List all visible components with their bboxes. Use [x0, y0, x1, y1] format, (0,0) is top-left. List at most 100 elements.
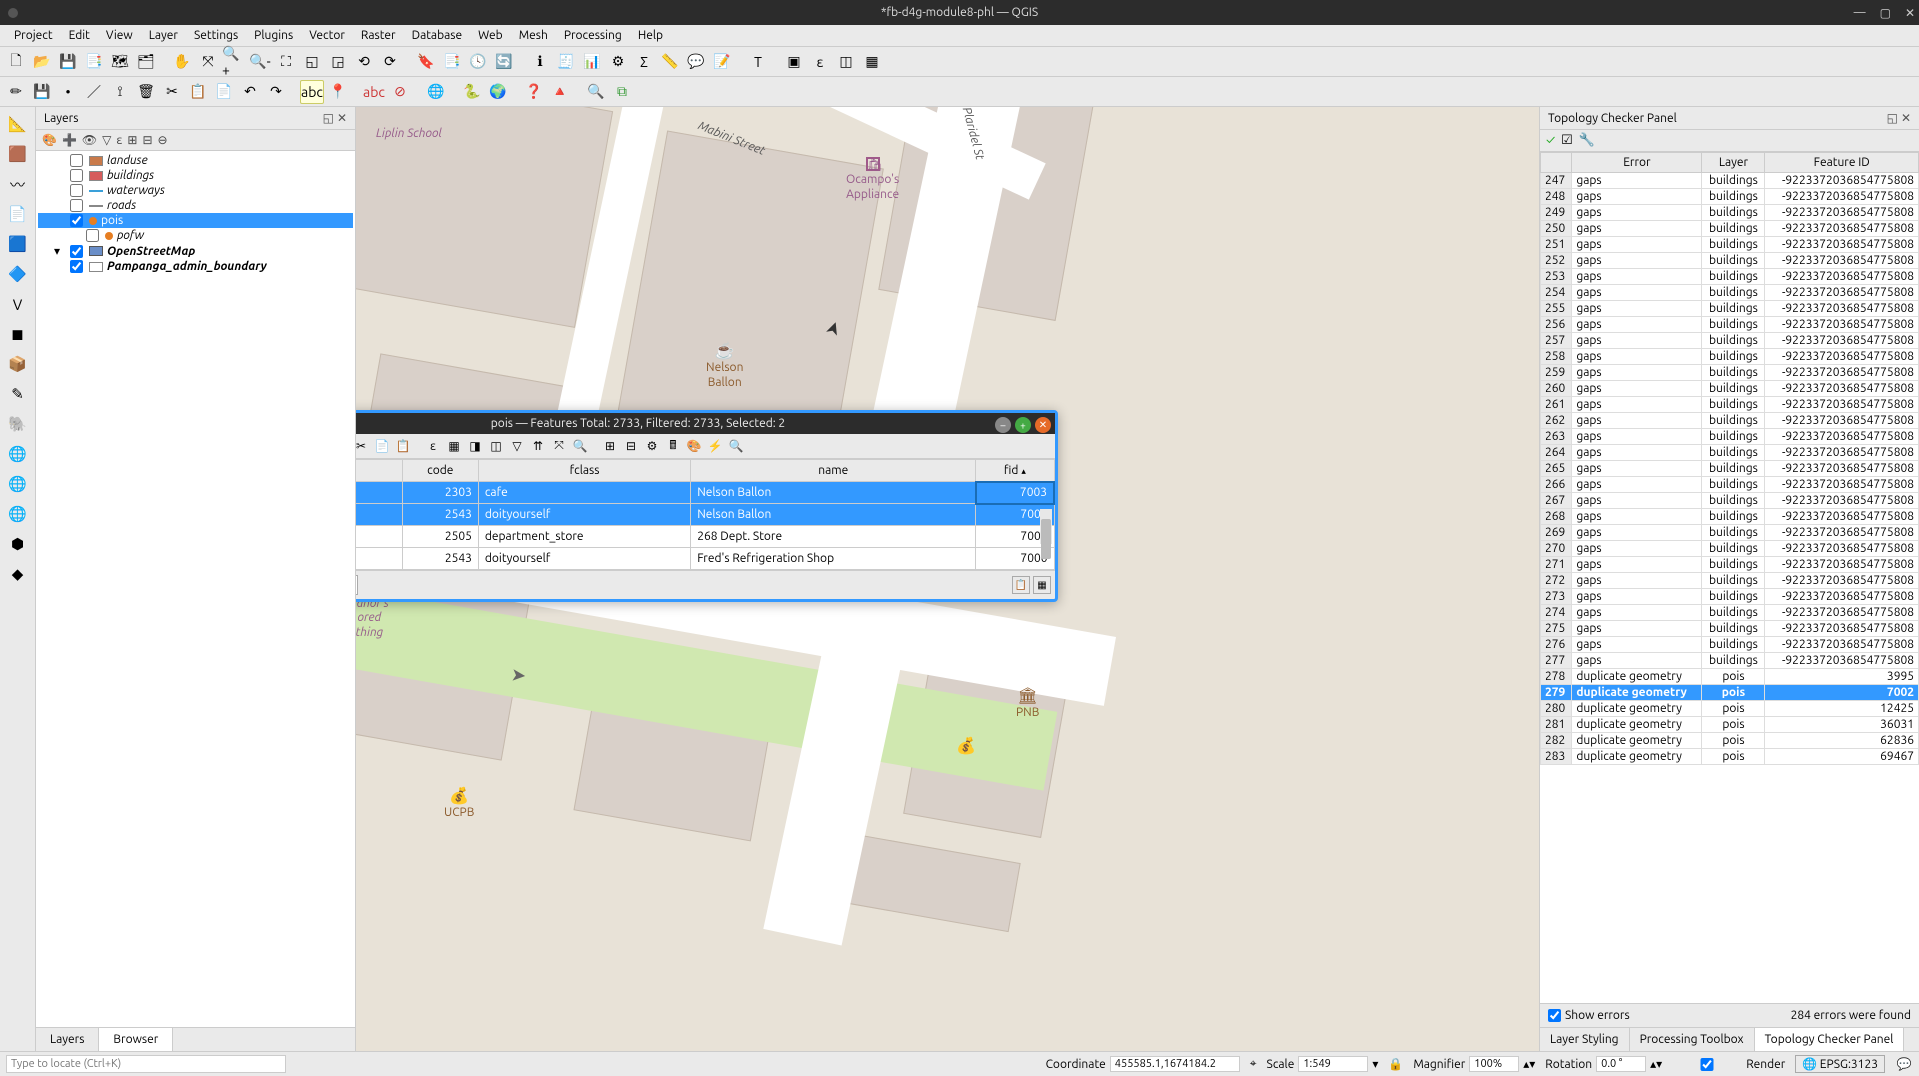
menu-raster[interactable]: Raster: [353, 27, 404, 44]
topo-row[interactable]: 255gapsbuildings-9223372036854775808: [1541, 301, 1919, 317]
minimize-button[interactable]: —: [1854, 6, 1866, 20]
topo-validate-extent-icon[interactable]: ☑: [1561, 133, 1573, 148]
tab-layers[interactable]: Layers: [36, 1028, 98, 1051]
zoom-selection-icon[interactable]: ◱: [300, 50, 324, 74]
add-point-icon[interactable]: •: [56, 80, 80, 104]
rotation-input[interactable]: [1596, 1056, 1646, 1072]
delete-icon[interactable]: 🗑: [134, 80, 158, 104]
wfs-icon[interactable]: 🌐: [4, 471, 32, 497]
attr-pan-selected-icon[interactable]: ⤧: [550, 437, 568, 455]
undo-icon[interactable]: ↶: [238, 80, 262, 104]
topo-row[interactable]: 248gapsbuildings-9223372036854775808: [1541, 189, 1919, 205]
stats-icon[interactable]: Σ: [632, 50, 656, 74]
attr-actions-icon[interactable]: ⚡: [706, 437, 724, 455]
topo-row[interactable]: 253gapsbuildings-9223372036854775808: [1541, 269, 1919, 285]
attr-minimize-button[interactable]: –: [995, 417, 1011, 433]
tab-browser[interactable]: Browser: [98, 1028, 173, 1051]
new-vector-icon[interactable]: V: [4, 291, 32, 317]
menu-mesh[interactable]: Mesh: [511, 27, 556, 44]
topo-row[interactable]: 280duplicate geometrypois12425: [1541, 701, 1919, 717]
wms-icon[interactable]: 🌐: [4, 441, 32, 467]
open-project-icon[interactable]: 📂: [30, 50, 54, 74]
topo-row[interactable]: 275gapsbuildings-9223372036854775808: [1541, 621, 1919, 637]
attribute-table[interactable]: osm_idcodefclassnamefid▴2411913543895230…: [356, 459, 1055, 570]
toolbox-icon[interactable]: ⚙: [606, 50, 630, 74]
expander-icon[interactable]: ▾: [54, 244, 64, 258]
zoom-next-icon[interactable]: ⟳: [378, 50, 402, 74]
save-project-icon[interactable]: 💾: [56, 50, 80, 74]
attribute-table-icon[interactable]: 🧾: [554, 50, 578, 74]
abc-label-icon[interactable]: abc: [300, 80, 324, 104]
locate-input[interactable]: [6, 1055, 286, 1073]
attr-col-osm_id[interactable]: osm_id: [356, 460, 402, 482]
topo-validate-all-icon[interactable]: ✓: [1546, 133, 1555, 148]
topo-row[interactable]: 266gapsbuildings-9223372036854775808: [1541, 477, 1919, 493]
attr-move-top-icon[interactable]: ⇈: [529, 437, 547, 455]
delimited-text-icon[interactable]: 📄: [4, 201, 32, 227]
show-errors-checkbox[interactable]: Show errors: [1548, 1009, 1630, 1022]
attr-paste-icon[interactable]: 📋: [394, 437, 412, 455]
expand-all-icon[interactable]: ⊞: [127, 133, 137, 147]
remove-layer-icon[interactable]: ⊖: [158, 133, 168, 147]
layer-checkbox[interactable]: [70, 260, 83, 273]
show-errors-input[interactable]: [1548, 1009, 1561, 1022]
layer-checkbox[interactable]: [70, 184, 83, 197]
topo-row[interactable]: 251gapsbuildings-9223372036854775808: [1541, 237, 1919, 253]
topo-row[interactable]: 261gapsbuildings-9223372036854775808: [1541, 397, 1919, 413]
attr-row[interactable]: 24119135438952303cafeNelson Ballon7003: [356, 482, 1054, 504]
select-features-icon[interactable]: ▣: [782, 50, 806, 74]
topo-row[interactable]: 262gapsbuildings-9223372036854775808: [1541, 413, 1919, 429]
layer-item-pofw[interactable]: pofw: [38, 228, 353, 243]
web-icon[interactable]: 🌍: [486, 80, 510, 104]
deselect-icon[interactable]: ◫: [834, 50, 858, 74]
layer-item-roads[interactable]: roads: [38, 198, 353, 213]
show-bookmarks-icon[interactable]: 📑: [440, 50, 464, 74]
help-icon[interactable]: ❓: [522, 80, 546, 104]
copy-icon[interactable]: 📋: [186, 80, 210, 104]
topo-row[interactable]: 273gapsbuildings-9223372036854775808: [1541, 589, 1919, 605]
menu-processing[interactable]: Processing: [556, 27, 630, 44]
collapse-all-icon[interactable]: ⊟: [142, 133, 152, 147]
attr-field-calc-icon[interactable]: 🖩: [664, 437, 682, 455]
topo-row[interactable]: 258gapsbuildings-9223372036854775808: [1541, 349, 1919, 365]
abc-diagram-icon[interactable]: abc: [362, 80, 386, 104]
attr-deselect-icon[interactable]: ◫: [487, 437, 505, 455]
spinner-icon[interactable]: ▴▾: [1523, 1057, 1535, 1071]
topo-row[interactable]: 269gapsbuildings-9223372036854775808: [1541, 525, 1919, 541]
attr-col-fid[interactable]: fid▴: [976, 460, 1054, 482]
oracle-icon[interactable]: ◆: [4, 561, 32, 587]
attr-filter-dropdown[interactable]: ▽ Show All Features ▾: [356, 575, 358, 595]
messages-icon[interactable]: 💬: [1895, 1055, 1913, 1073]
layer-checkbox[interactable]: [70, 214, 83, 227]
spatialite-icon[interactable]: 🟦: [4, 231, 32, 257]
osm-download-icon[interactable]: 🌐: [424, 80, 448, 104]
topo-row[interactable]: 265gapsbuildings-9223372036854775808: [1541, 461, 1919, 477]
zoom-in-icon[interactable]: 🔍+: [222, 50, 246, 74]
label-pin-icon[interactable]: 📍: [326, 80, 350, 104]
topo-row[interactable]: 260gapsbuildings-9223372036854775808: [1541, 381, 1919, 397]
topo-row[interactable]: 249gapsbuildings-9223372036854775808: [1541, 205, 1919, 221]
paste-icon[interactable]: 📄: [212, 80, 236, 104]
topo-row[interactable]: 252gapsbuildings-9223372036854775808: [1541, 253, 1919, 269]
render-checkbox[interactable]: Render: [1672, 1058, 1785, 1071]
xyz-icon[interactable]: ⬢: [4, 531, 32, 557]
scale-input[interactable]: [1298, 1056, 1368, 1072]
attr-close-button[interactable]: ✕: [1035, 417, 1051, 433]
map-canvas[interactable]: Liplin School Mabini Street Plaridel St …: [356, 107, 1539, 1051]
layer-checkbox[interactable]: [86, 229, 99, 242]
refresh-icon[interactable]: 🔄: [492, 50, 516, 74]
close-topo-icon[interactable]: ✕: [1901, 111, 1911, 125]
close-panel-icon[interactable]: ✕: [337, 111, 347, 125]
edit-pencil-icon[interactable]: ✏: [4, 80, 28, 104]
tab-topology-checker-panel[interactable]: Topology Checker Panel: [1755, 1028, 1905, 1051]
add-group-icon[interactable]: ➕: [62, 133, 77, 147]
layer-item-landuse[interactable]: landuse: [38, 153, 353, 168]
pan-icon[interactable]: ✋: [170, 50, 194, 74]
attr-delete-field-icon[interactable]: ⊟: [622, 437, 640, 455]
zoom-layer-icon[interactable]: ◲: [326, 50, 350, 74]
coord-input[interactable]: [1110, 1056, 1240, 1072]
form-view-icon[interactable]: 📋: [1012, 576, 1030, 594]
menu-web[interactable]: Web: [470, 27, 511, 44]
temporal-icon[interactable]: 🕓: [466, 50, 490, 74]
attr-dock-icon[interactable]: 🔍: [727, 437, 745, 455]
